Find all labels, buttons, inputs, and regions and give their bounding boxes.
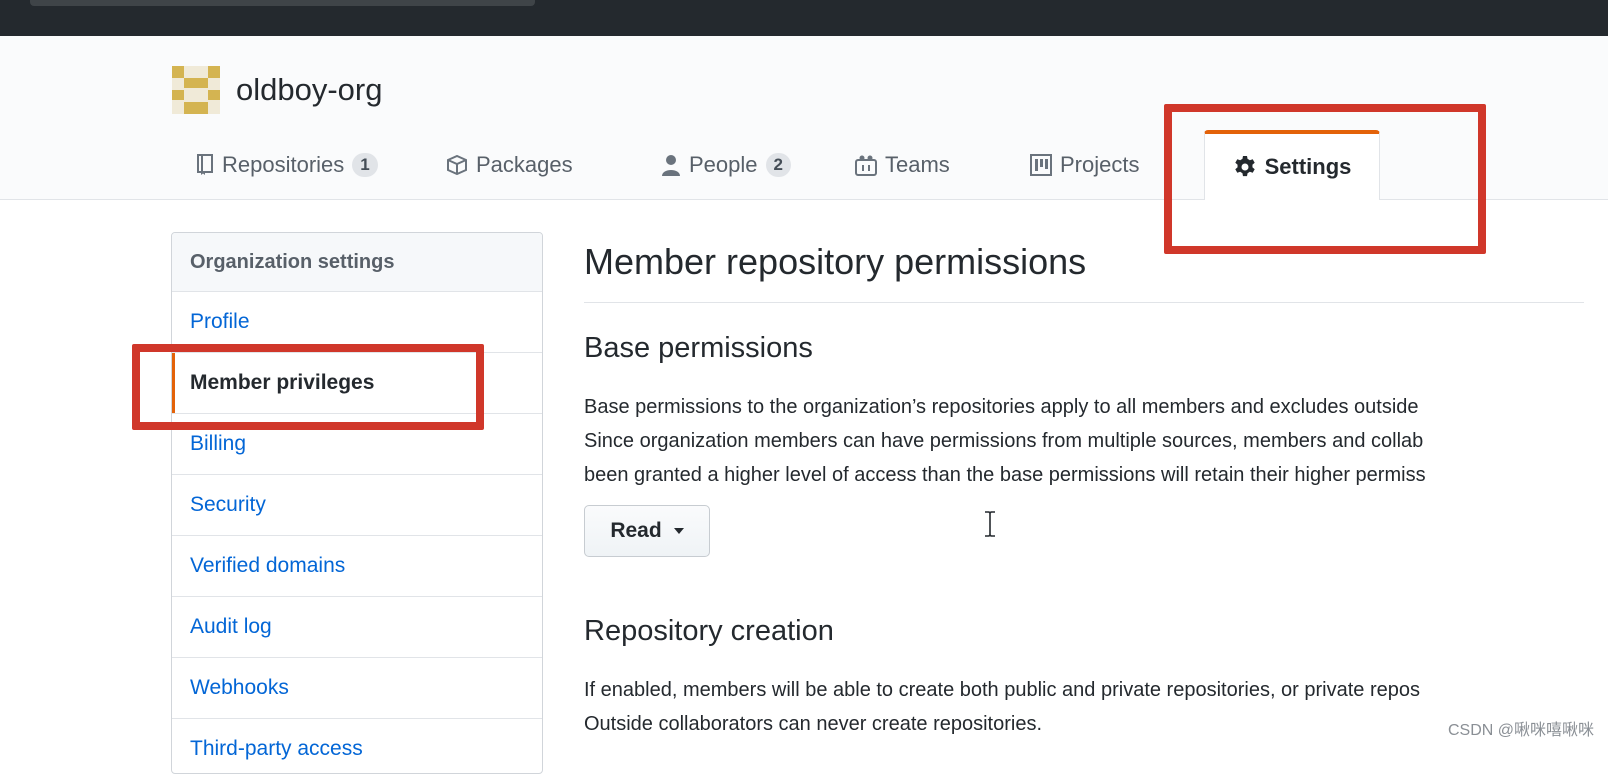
- tab-label: Projects: [1060, 152, 1140, 177]
- tab-packages[interactable]: Packages: [446, 131, 573, 199]
- sidebar-item-audit-log[interactable]: Audit log: [172, 597, 542, 658]
- people-icon: [855, 154, 877, 176]
- member-privileges-highlight: [132, 344, 484, 430]
- top-navbar: [0, 0, 1608, 36]
- people-count: 2: [765, 153, 791, 177]
- repository-creation-text-line: Outside collaborators can never create r…: [584, 713, 1043, 735]
- repo-icon: [196, 154, 214, 176]
- tab-label: People: [689, 152, 758, 177]
- tab-label: Repositories: [222, 152, 345, 177]
- settings-sidebar: Organization settings Profile Member pri…: [171, 232, 543, 774]
- divider: [584, 302, 1584, 303]
- caret-down-icon: [673, 528, 684, 534]
- sidebar-heading: Organization settings: [172, 233, 542, 292]
- base-permissions-text-line: Base permissions to the organization’s r…: [584, 396, 1419, 418]
- base-permissions-text-line: Since organization members can have perm…: [584, 430, 1424, 452]
- settings-tab-highlight: [1164, 104, 1486, 254]
- tab-label: Teams: [885, 152, 950, 177]
- base-permissions-heading: Base permissions: [584, 332, 813, 364]
- repositories-count: 1: [352, 153, 378, 177]
- tab-label: Packages: [476, 152, 573, 177]
- select-value: Read: [610, 519, 662, 542]
- repository-creation-text-line: If enabled, members will be able to crea…: [584, 679, 1421, 701]
- package-icon: [446, 155, 468, 175]
- tab-people[interactable]: People 2: [661, 131, 791, 199]
- tab-repositories[interactable]: Repositories 1: [196, 131, 378, 199]
- watermark: CSDN @啾咪嘻啾咪: [1447, 722, 1594, 739]
- tab-teams[interactable]: Teams: [855, 131, 950, 199]
- text-cursor-icon: [985, 511, 995, 537]
- tab-projects[interactable]: Projects: [1030, 131, 1139, 199]
- sidebar-item-third-party-access[interactable]: Third-party access: [172, 719, 542, 773]
- org-name[interactable]: oldboy-org: [236, 70, 382, 110]
- sidebar-item-security[interactable]: Security: [172, 475, 542, 536]
- repository-creation-heading: Repository creation: [584, 615, 834, 647]
- person-icon: [661, 154, 681, 176]
- org-avatar[interactable]: [172, 66, 220, 114]
- base-permissions-text-line: been granted a higher level of access th…: [584, 464, 1426, 486]
- sidebar-item-webhooks[interactable]: Webhooks: [172, 658, 542, 719]
- base-permission-select[interactable]: Read: [584, 505, 710, 557]
- project-icon: [1030, 154, 1052, 176]
- sidebar-item-verified-domains[interactable]: Verified domains: [172, 536, 542, 597]
- search-bar[interactable]: [30, 0, 535, 6]
